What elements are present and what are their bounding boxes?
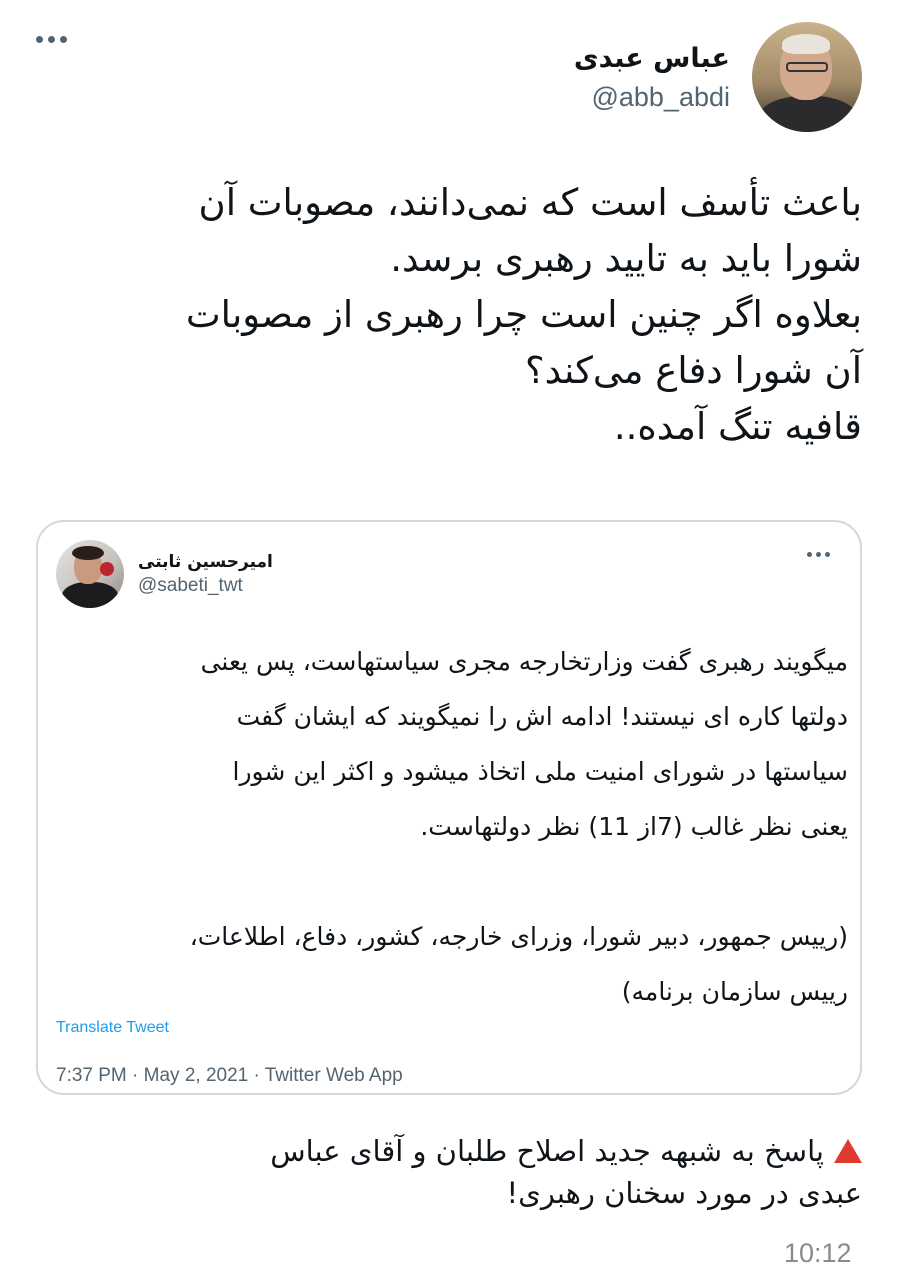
quoted-line: میگویند رهبری گفت وزارتخارجه مجری سیاسته… <box>200 647 848 676</box>
tweet-line: شورا باید به تایید رهبری برسد. <box>390 237 862 280</box>
quoted-line: دولتها کاره ای نیستند! ادامه اش را نمیگو… <box>236 702 848 731</box>
dot <box>36 36 43 43</box>
author-avatar[interactable] <box>752 22 862 132</box>
tweet-line: بعلاوه اگر چنین است چرا رهبری از مصوبات <box>185 293 862 336</box>
message-caption: پاسخ به شبهه جدید اصلاح طلبان و آقای عبا… <box>62 1130 862 1214</box>
avatar-body <box>758 96 858 132</box>
avatar-glasses <box>786 62 828 72</box>
avatar-hair <box>782 34 830 54</box>
translate-tweet-link[interactable]: Translate Tweet <box>56 1019 169 1037</box>
caption-line-1: پاسخ به شبهه جدید اصلاح طلبان و آقای عبا… <box>62 1130 862 1172</box>
message-timestamp: 10:12 <box>784 1238 852 1268</box>
avatar-hair <box>72 546 104 560</box>
more-options-icon[interactable] <box>36 36 67 43</box>
caption-line-2: عبدی در مورد سخنان رهبری! <box>506 1176 862 1210</box>
quoted-avatar[interactable] <box>56 540 124 608</box>
quoted-line: رییس سازمان برنامه) <box>621 977 848 1006</box>
dot <box>825 552 830 557</box>
quoted-author-names: امیرحسین ثابتی @sabeti_twt <box>138 550 273 598</box>
tweet-author: عباس عبدی @abb_abdi <box>574 22 862 132</box>
quoted-tweet-text: میگویند رهبری گفت وزارتخارجه مجری سیاسته… <box>48 634 848 1019</box>
author-names: عباس عبدی @abb_abdi <box>574 39 730 115</box>
dot <box>60 36 67 43</box>
dot <box>816 552 821 557</box>
tweet-line: آن شورا دفاع می‌کند؟ <box>524 349 862 392</box>
avatar-badge <box>100 562 114 576</box>
author-name[interactable]: عباس عبدی <box>574 39 730 79</box>
tweet-line: باعث تأسف است که نمی‌دانند، مصوبات آن <box>198 181 862 224</box>
caption-text: پاسخ به شبهه جدید اصلاح طلبان و آقای عبا… <box>270 1134 824 1168</box>
quoted-line: سیاستها در شورای امنیت ملی اتخاذ میشود و… <box>232 757 849 786</box>
avatar-body <box>62 582 118 608</box>
tweet-line: قافیه تنگ آمده.. <box>613 405 862 448</box>
quoted-line: یعنی نظر غالب (7از 11) نظر دولتهاست. <box>420 812 848 841</box>
dot <box>48 36 55 43</box>
quoted-author: امیرحسین ثابتی @sabeti_twt <box>56 540 273 608</box>
quoted-author-handle[interactable]: @sabeti_twt <box>138 574 273 598</box>
quoted-author-name[interactable]: امیرحسین ثابتی <box>138 550 273 574</box>
quoted-tweet-card[interactable]: امیرحسین ثابتی @sabeti_twt میگویند رهبری… <box>36 520 862 1095</box>
dot <box>807 552 812 557</box>
author-handle[interactable]: @abb_abdi <box>574 79 730 115</box>
tweet-text: باعث تأسف است که نمی‌دانند، مصوبات آن شو… <box>32 175 862 455</box>
quoted-tweet-meta[interactable]: 7:37 PM · May 2, 2021 · Twitter Web App <box>56 1065 403 1087</box>
quoted-more-options-icon[interactable] <box>807 552 830 557</box>
quoted-line: (رییس جمهور، دبیر شورا، وزرای خارجه، کشو… <box>189 922 848 951</box>
red-triangle-icon <box>834 1139 862 1163</box>
